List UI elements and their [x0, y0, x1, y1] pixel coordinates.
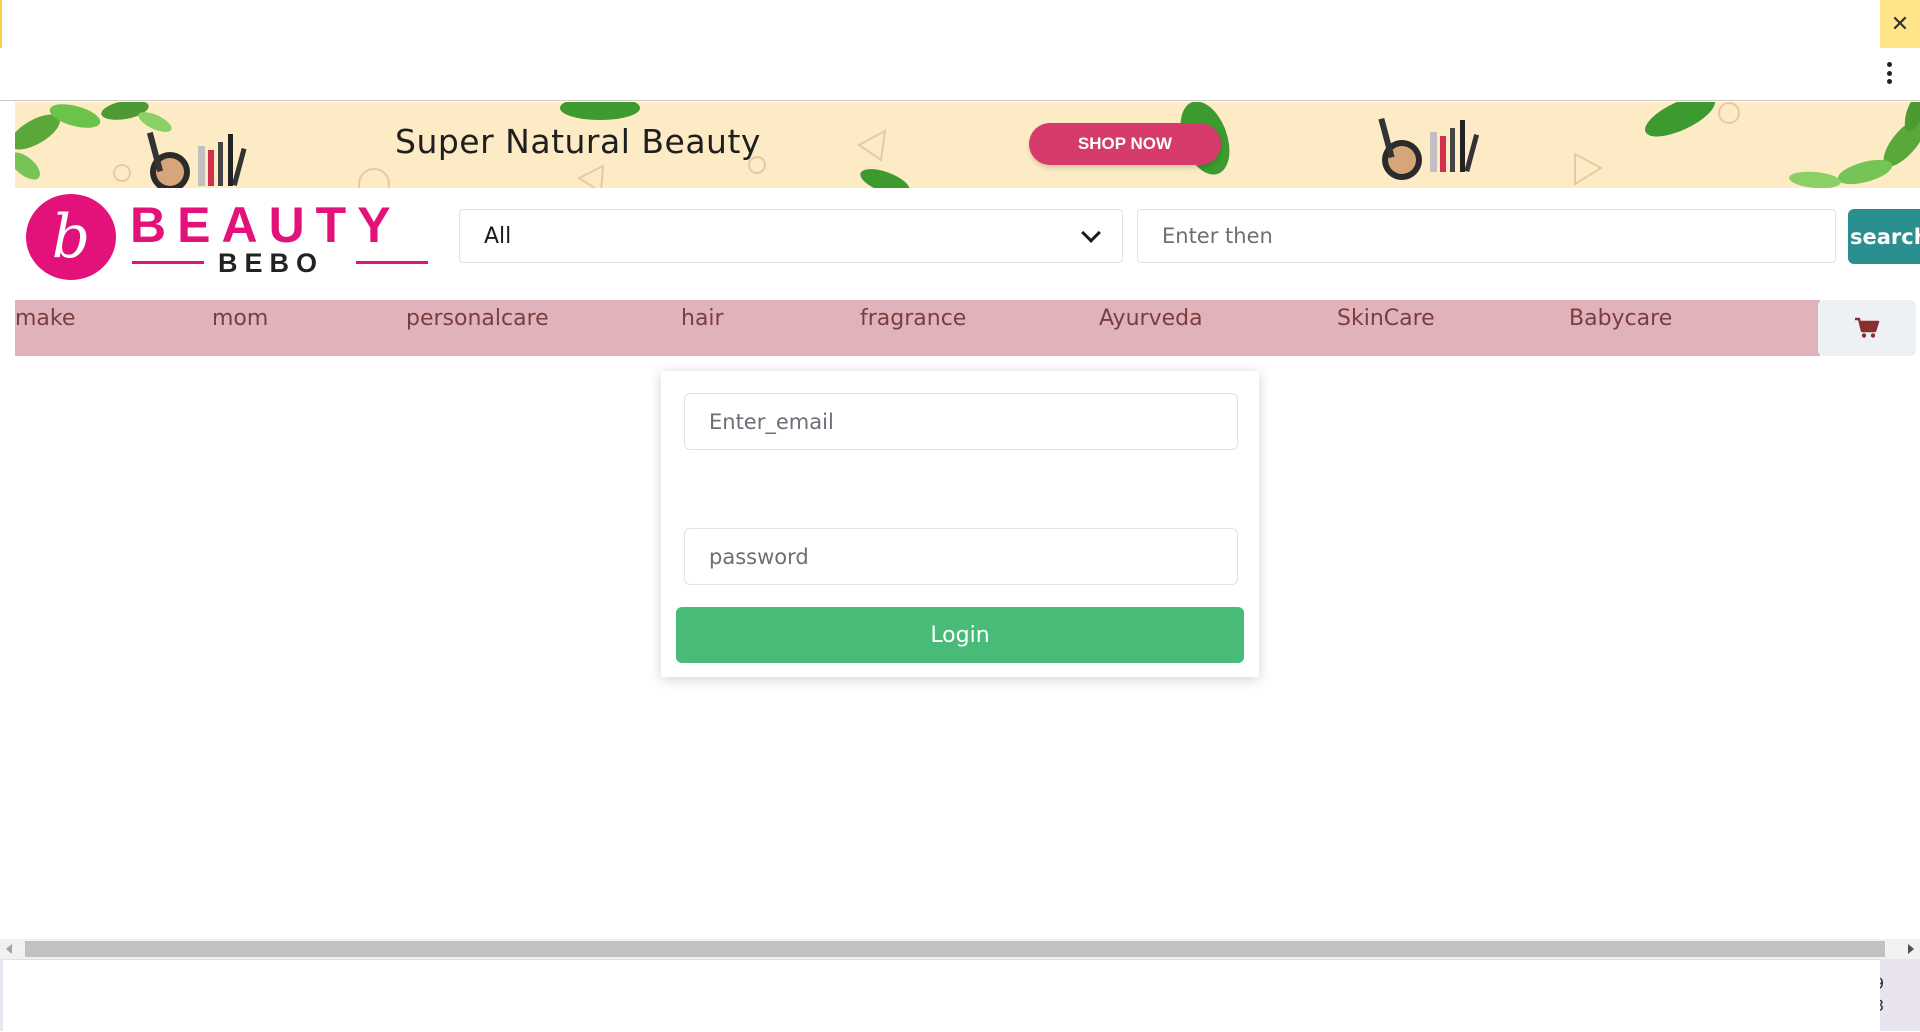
decor-triangle: [857, 129, 887, 162]
nav-item-skincare[interactable]: SkinCare: [1337, 306, 1435, 331]
cart-button[interactable]: [1818, 300, 1916, 356]
nav-item-personalcare[interactable]: personalcare: [406, 306, 549, 331]
shop-now-button[interactable]: SHOP NOW: [1029, 123, 1221, 165]
login-button[interactable]: Login: [676, 607, 1244, 663]
scroll-left-icon[interactable]: [6, 944, 12, 954]
email-field[interactable]: [684, 393, 1238, 450]
site-logo[interactable]: b BEAUTY BEBO: [26, 194, 436, 284]
decor-triangle: [1574, 152, 1604, 186]
chevron-down-icon: [1081, 223, 1101, 243]
category-select[interactable]: All: [459, 209, 1123, 263]
search-input[interactable]: [1137, 209, 1836, 263]
nav-item-fragrance[interactable]: fragrance: [860, 306, 966, 331]
search-button[interactable]: search: [1848, 209, 1920, 264]
login-card: Login: [661, 371, 1259, 677]
logo-wordmark-bebo: BEBO: [218, 248, 325, 278]
cosmetics-image-left: [146, 131, 247, 188]
logo-mark: b: [26, 194, 116, 280]
clock-line-2: 3: [1880, 995, 1920, 1017]
close-icon: ✕: [1890, 11, 1910, 37]
more-vertical-icon[interactable]: [1886, 62, 1892, 84]
bottom-edge-left: [0, 959, 3, 1031]
taskbar-clock-fragment: 9 3: [1880, 959, 1920, 1031]
decor-circle: [358, 168, 390, 188]
nav-item-mom[interactable]: mom: [212, 306, 268, 331]
scrollbar-thumb[interactable]: [25, 941, 1885, 957]
promo-banner[interactable]: Super Natural Beauty SHOP NOW: [15, 102, 1920, 188]
category-nav: make mom personalcare hair fragrance Ayu…: [15, 300, 1820, 356]
logo-wordmark-beauty: BEAUTY: [130, 197, 402, 253]
category-select-value: All: [484, 223, 512, 249]
logo-divider-left: [132, 261, 204, 264]
leaf-bottom: [860, 169, 910, 188]
scroll-right-icon[interactable]: [1908, 944, 1914, 954]
cosmetics-image-right: [1378, 117, 1480, 180]
top-bar: ✕: [0, 0, 1920, 101]
banner-title: Super Natural Beauty: [395, 122, 761, 161]
password-field[interactable]: [684, 528, 1238, 585]
bottom-strip: [0, 959, 1920, 1032]
decor-triangle: [576, 164, 605, 188]
logo-divider-right: [356, 261, 428, 264]
horizontal-scrollbar[interactable]: [0, 939, 1920, 959]
nav-item-babycare[interactable]: Babycare: [1569, 306, 1672, 331]
nav-item-ayurveda[interactable]: Ayurveda: [1099, 306, 1203, 331]
cart-icon: [1855, 317, 1880, 338]
top-edge-accent: [0, 0, 2, 48]
nav-item-make[interactable]: make: [15, 306, 75, 331]
nav-item-hair[interactable]: hair: [681, 306, 724, 331]
leaf-right: [1645, 102, 1715, 137]
leaf-cluster-right: [1789, 102, 1920, 188]
close-button[interactable]: ✕: [1880, 0, 1920, 48]
clock-line-1: 9: [1880, 973, 1920, 995]
